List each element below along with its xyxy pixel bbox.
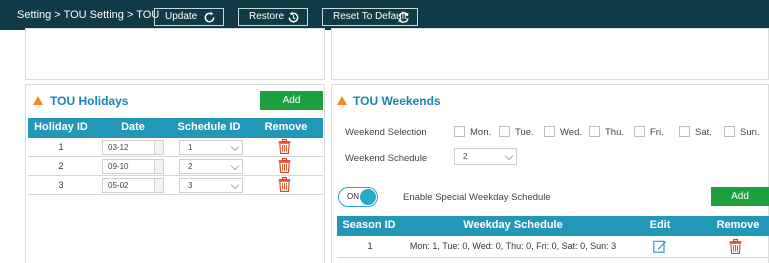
day-label-tue: Tue. [515, 127, 534, 138]
toggle-on-label: ON [347, 192, 359, 201]
day-label-fri: Fri. [650, 127, 664, 138]
date-value: 05-02 [108, 181, 129, 190]
special-weekday-label: Enable Special Weekday Schedule [403, 192, 551, 203]
day-label-wed: Wed. [560, 127, 583, 138]
weekend-selection-label: Weekend Selection [345, 127, 427, 138]
day-label-sun: Sun. [740, 127, 760, 138]
refresh-icon [204, 11, 215, 23]
col-holiday-id: Holiday ID [34, 121, 88, 133]
schedule-value: 1 [188, 143, 193, 152]
table-row: 1 03-12 1 [28, 138, 323, 157]
schedule-select[interactable]: 3 [179, 178, 243, 193]
holiday-id: 3 [58, 180, 64, 190]
holiday-id: 2 [58, 161, 64, 171]
holidays-table-header: Holiday ID Date Schedule ID Remove [28, 118, 323, 138]
trash-icon[interactable] [729, 239, 742, 254]
day-label-sat: Sat. [695, 127, 712, 138]
section-marker-icon [33, 96, 43, 105]
checkbox-sat[interactable] [679, 126, 690, 137]
season-id: 1 [367, 241, 373, 251]
weekend-schedule-value: 2 [463, 152, 468, 161]
table-row: 3 05-02 3 [28, 176, 323, 195]
date-input[interactable]: 05-02 [102, 178, 164, 193]
update-button-label: Update [165, 11, 198, 22]
col-edit: Edit [649, 219, 671, 231]
weekday-schedule-text: Mon: 1, Tue: 0, Wed: 0, Thu: 0, Fri: 0, … [409, 241, 617, 251]
schedule-value: 2 [188, 162, 193, 171]
add-season-button[interactable]: Add [711, 187, 769, 206]
day-label-thu: Thu. [605, 127, 625, 138]
top-bar: Setting > TOU Setting > TOU Update Resto… [0, 0, 769, 30]
section-marker-icon [337, 96, 347, 105]
tou-weekends-title: TOU Weekends [353, 94, 441, 108]
trash-icon[interactable] [278, 139, 291, 154]
holiday-id: 1 [58, 142, 64, 152]
checkbox-sun[interactable] [724, 126, 735, 137]
date-value: 09-10 [108, 162, 129, 171]
date-spinner-icon[interactable] [154, 160, 163, 173]
page-content: TOU Holidays Add Holiday ID Date Schedul… [0, 28, 769, 263]
upper-left-panel [25, 28, 325, 80]
toggle-knob [360, 189, 376, 205]
col-weekday-schedule: Weekday Schedule [463, 219, 563, 231]
day-label-mon: Mon. [470, 127, 492, 138]
add-holiday-button[interactable]: Add [260, 91, 323, 110]
restore-button-label: Restore [249, 11, 285, 22]
chevron-down-icon [230, 161, 240, 171]
col-date: Date [121, 121, 145, 133]
checkbox-fri[interactable] [634, 126, 645, 137]
reset-icon [398, 12, 409, 23]
chevron-down-icon [230, 180, 240, 190]
checkbox-tue[interactable] [499, 126, 510, 137]
schedule-select[interactable]: 2 [179, 159, 243, 174]
special-weekday-toggle[interactable]: ON [338, 187, 378, 207]
trash-icon[interactable] [278, 158, 291, 173]
breadcrumb: Setting > TOU Setting > TOU [17, 9, 160, 21]
checkbox-wed[interactable] [544, 126, 555, 137]
date-spinner-icon[interactable] [154, 141, 163, 154]
weekend-schedule-label: Weekend Schedule [345, 153, 428, 164]
update-button[interactable]: Update [154, 8, 224, 26]
restore-icon [288, 11, 299, 23]
reset-to-default-button[interactable]: Reset To Default [322, 8, 418, 26]
edit-icon[interactable] [653, 239, 667, 253]
weekend-schedule-select[interactable]: 2 [454, 148, 517, 165]
date-spinner-icon[interactable] [154, 179, 163, 192]
upper-right-panel [331, 28, 769, 80]
col-remove: Remove [264, 121, 308, 133]
chevron-down-icon [230, 142, 240, 152]
schedule-value: 3 [188, 181, 193, 190]
date-input[interactable]: 09-10 [102, 159, 164, 174]
checkbox-mon[interactable] [454, 126, 465, 137]
weekday-table-header: Season ID Weekday Schedule Edit Remove [337, 216, 769, 236]
tou-holidays-title: TOU Holidays [50, 94, 129, 108]
col-schedule-id: Schedule ID [177, 121, 241, 133]
table-row: 1 Mon: 1, Tue: 0, Wed: 0, Thu: 0, Fri: 0… [337, 236, 769, 258]
date-input[interactable]: 03-12 [102, 140, 164, 155]
checkbox-thu[interactable] [589, 126, 600, 137]
col-remove: Remove [716, 219, 760, 231]
table-row: 2 09-10 2 [28, 157, 323, 176]
chevron-down-icon [504, 151, 514, 161]
col-season-id: Season ID [342, 219, 396, 231]
date-value: 03-12 [108, 143, 129, 152]
schedule-select[interactable]: 1 [179, 140, 243, 155]
reset-button-label: Reset To Default [333, 11, 407, 22]
trash-icon[interactable] [278, 177, 291, 192]
restore-button[interactable]: Restore [238, 8, 308, 26]
